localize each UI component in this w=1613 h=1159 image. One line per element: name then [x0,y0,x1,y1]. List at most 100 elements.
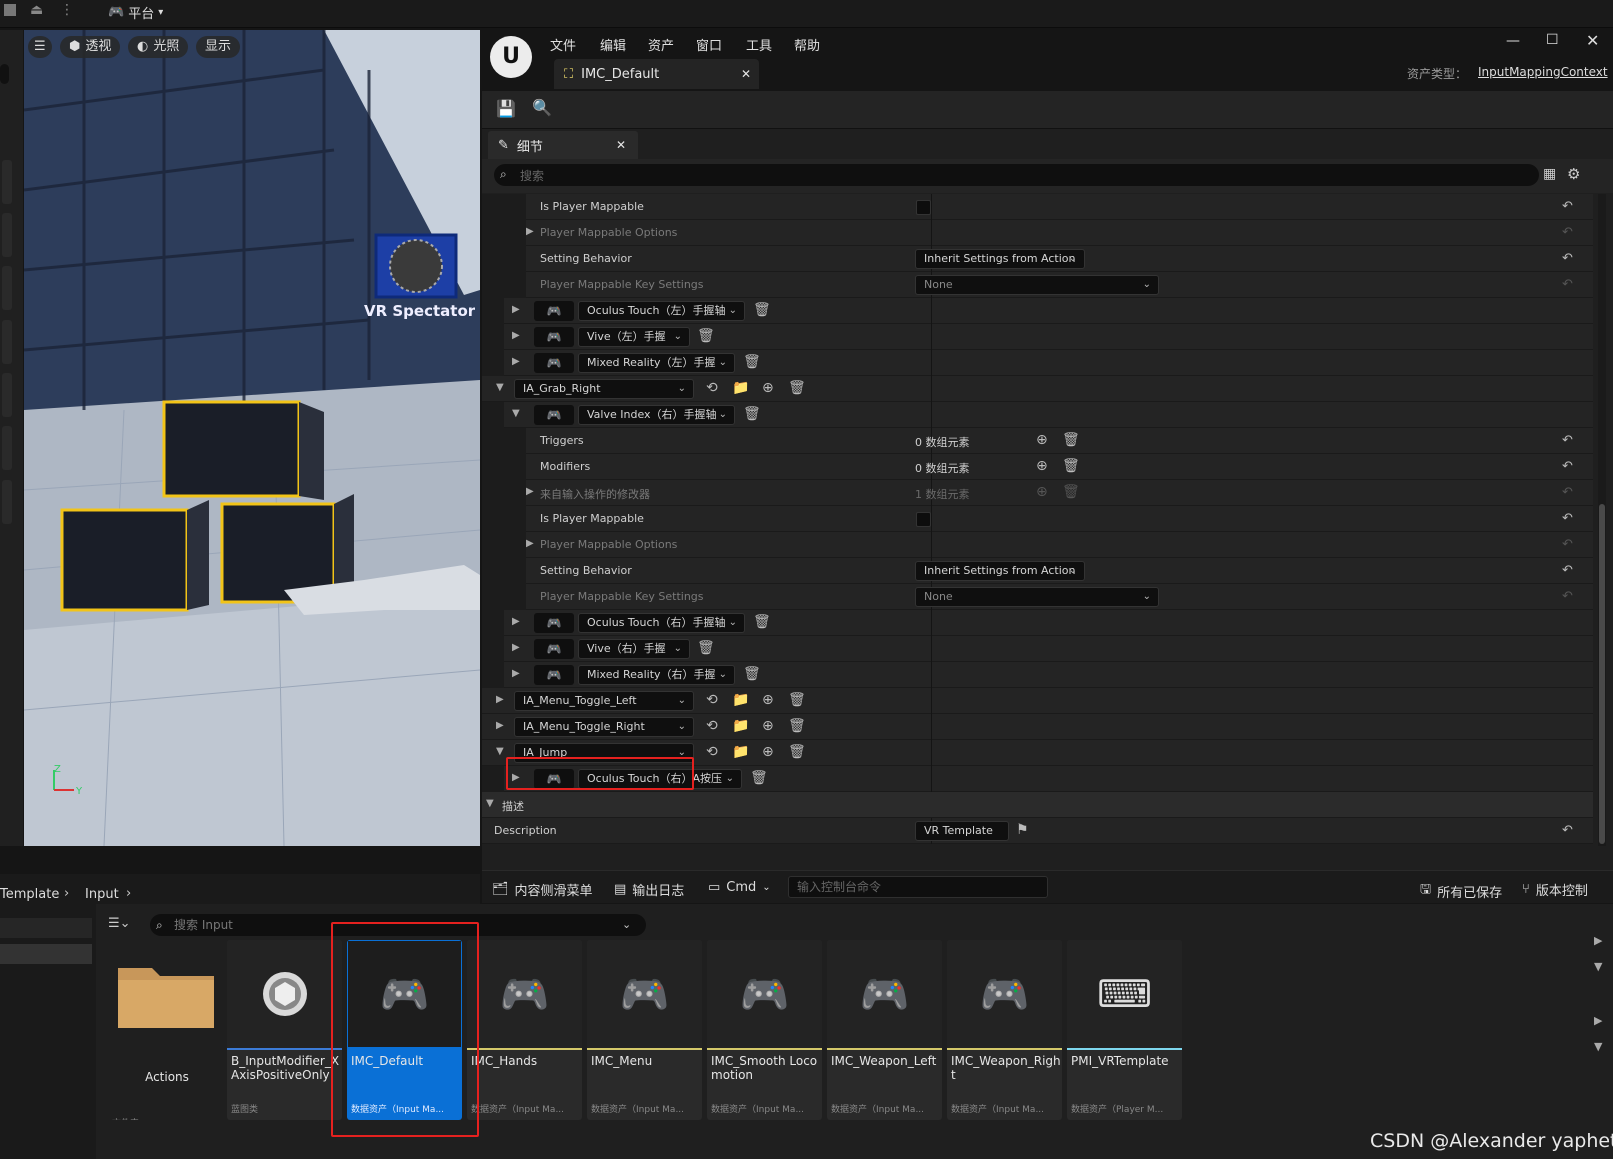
gamepad-icon[interactable]: 🎮 [534,639,574,659]
key-selector[interactable]: Valve Index（右）手握轴 ⌄ [578,405,735,425]
expand-arrow-icon[interactable]: ▶ [512,668,520,679]
menu-help[interactable]: 帮助 [794,35,820,54]
tab-imc-default[interactable]: ⛶ IMC_Default ✕ [554,59,759,89]
perspective-button[interactable]: ⬢ 透视 [60,36,121,58]
gamepad-icon[interactable]: 🎮 [534,327,574,347]
add-icon[interactable]: ⊕ [762,718,774,734]
asset-type-link[interactable]: InputMappingContext [1478,65,1608,79]
add-icon[interactable]: ⊕ [762,380,774,396]
menu-file[interactable]: 文件 [550,35,576,54]
output-log-button[interactable]: ▤ 输出日志 [614,880,684,899]
chevron-down-icon[interactable]: ▼ [1594,1040,1602,1053]
expand-arrow-icon[interactable]: ▶ [512,642,520,653]
asset-tile[interactable]: 🎮 IMC_Hands 数据资产（Input Ma... [467,940,582,1120]
gamepad-icon[interactable]: 🎮 [534,665,574,685]
browse-asset-icon[interactable]: 📁 [732,380,749,396]
expand-arrow-icon[interactable]: ▶ [526,538,534,549]
trash-icon[interactable]: 🗑 [788,380,806,396]
rail-button[interactable] [2,373,12,417]
browse-asset-icon[interactable]: 📁 [732,744,749,760]
reset-icon[interactable]: ↶ [1562,563,1573,578]
trash-icon[interactable]: 🗑 [788,744,806,760]
collapse-arrow-icon[interactable]: ▼ [512,408,520,419]
player-mappable-checkbox[interactable] [916,512,931,527]
filter-icon[interactable]: ☰⌄ [108,916,131,931]
details-search-input[interactable]: ⌕ 搜索 [494,164,1539,186]
expand-arrow-icon[interactable]: ▶ [512,356,520,367]
menu-asset[interactable]: 资产 [648,35,674,54]
trash-icon[interactable]: 🗑 [1062,432,1080,448]
settings-icon[interactable]: ⚙ [1567,165,1580,183]
browse-asset-icon[interactable]: 📁 [732,718,749,734]
reset-icon[interactable]: ↶ [1562,199,1573,214]
expand-arrow-icon[interactable]: ▶ [526,226,534,237]
expand-arrow-icon[interactable]: ▶ [526,486,534,497]
key-selector[interactable]: Vive（左）手握 ⌄ [578,327,690,347]
expand-arrow-icon[interactable]: ▶ [512,330,520,341]
asset-tile[interactable]: 🎮 IMC_Smooth Locomotion 数据资产（Input Ma... [707,940,822,1120]
trash-icon[interactable]: 🗑 [788,692,806,708]
add-icon[interactable]: ⊕ [762,692,774,708]
more-icon[interactable]: ⋮ [60,2,74,18]
console-command-input[interactable]: 输入控制台命令 [788,876,1048,898]
back-arrow-icon[interactable]: ⟲ [706,718,718,734]
back-arrow-icon[interactable]: ⟲ [706,744,718,760]
lighting-button[interactable]: ◐ 光照 [128,36,189,58]
details-scrollbar[interactable] [1598,194,1606,846]
browse-asset-icon[interactable]: 📁 [732,692,749,708]
action-selector[interactable]: IA_Menu_Toggle_Right ⌄ [514,717,694,737]
trash-icon[interactable]: 🗑 [753,302,771,318]
source-control-button[interactable]: ⑂ 版本控制 [1522,880,1588,899]
trash-icon[interactable]: 🗑 [697,328,715,344]
gamepad-icon[interactable]: 🎮 [534,353,574,373]
content-drawer-button[interactable]: 🗂 内容侧滑菜单 [492,880,593,899]
back-arrow-icon[interactable]: ⟲ [706,380,718,396]
player-mappable-checkbox[interactable] [916,200,931,215]
category-header[interactable]: ▼ 描述 [482,792,1593,818]
expand-arrow-icon[interactable]: ▶ [512,616,520,627]
collapse-panel-icon[interactable]: ▶ [1594,934,1602,947]
trash-icon[interactable]: 🗑 [743,666,761,682]
menu-tools[interactable]: 工具 [746,35,772,54]
setting-behavior-dropdown[interactable]: Inherit Settings from Action ⌄ [915,561,1085,581]
action-selector[interactable]: IA_Grab_Right ⌄ [514,379,694,399]
description-input[interactable]: VR Template [915,821,1009,841]
trash-icon[interactable]: 🗑 [750,770,768,786]
flag-icon[interactable]: ⚑ [1016,822,1029,838]
trash-icon[interactable]: 🗑 [788,718,806,734]
key-selector[interactable]: Mixed Reality（右）手握 ⌄ [578,665,735,685]
cmd-dropdown[interactable]: ▭ Cmd ⌄ [708,880,771,895]
unreal-logo-icon[interactable]: U [490,36,532,78]
reset-icon[interactable]: ↶ [1562,251,1573,266]
key-selector[interactable]: Vive（右）手握 ⌄ [578,639,690,659]
all-saved-button[interactable]: 🖫 所有已保存 [1420,880,1502,902]
chevron-right-icon[interactable]: › [64,886,69,901]
rail-button[interactable] [2,213,12,257]
rail-button[interactable] [2,480,12,524]
chevron-down-icon[interactable]: ▼ [1594,960,1602,973]
platform-menu[interactable]: 🎮 平台 ▾ [108,3,163,22]
add-icon[interactable]: ⊕ [762,744,774,760]
close-window-icon[interactable]: ✕ [1586,31,1599,50]
setting-behavior-dropdown[interactable]: Inherit Settings from Action ⌄ [915,249,1085,269]
asset-folder-actions[interactable]: Actions 文件夹 [108,940,223,1120]
asset-tile[interactable]: B_InputModifier_XAxisPositiveOnly 蓝图类 [227,940,342,1120]
key-selector[interactable]: Mixed Reality（左）手握 ⌄ [578,353,735,373]
expand-arrow-icon[interactable]: ▶ [496,720,504,731]
back-arrow-icon[interactable]: ⟲ [706,692,718,708]
expand-arrow-icon[interactable]: ▶ [512,304,520,315]
reset-icon[interactable]: ↶ [1562,433,1573,448]
maximize-icon[interactable]: ☐ [1546,32,1559,48]
browse-icon[interactable]: 🔍 [532,98,552,117]
expand-arrow-icon[interactable]: ▶ [496,694,504,705]
collapse-arrow-icon[interactable]: ▼ [486,798,494,809]
reset-icon[interactable]: ↶ [1562,459,1573,474]
rail-button[interactable] [2,160,12,204]
viewport-menu-button[interactable]: ☰ [28,36,52,58]
reset-icon[interactable]: ↶ [1562,511,1573,526]
gamepad-icon[interactable]: 🎮 [534,301,574,321]
trash-icon[interactable]: 🗑 [743,354,761,370]
asset-tile[interactable]: 🎮 IMC_Menu 数据资产（Input Ma... [587,940,702,1120]
chevron-down-icon[interactable]: ⌄ [622,914,631,936]
breadcrumb-item[interactable]: Input [85,887,119,902]
